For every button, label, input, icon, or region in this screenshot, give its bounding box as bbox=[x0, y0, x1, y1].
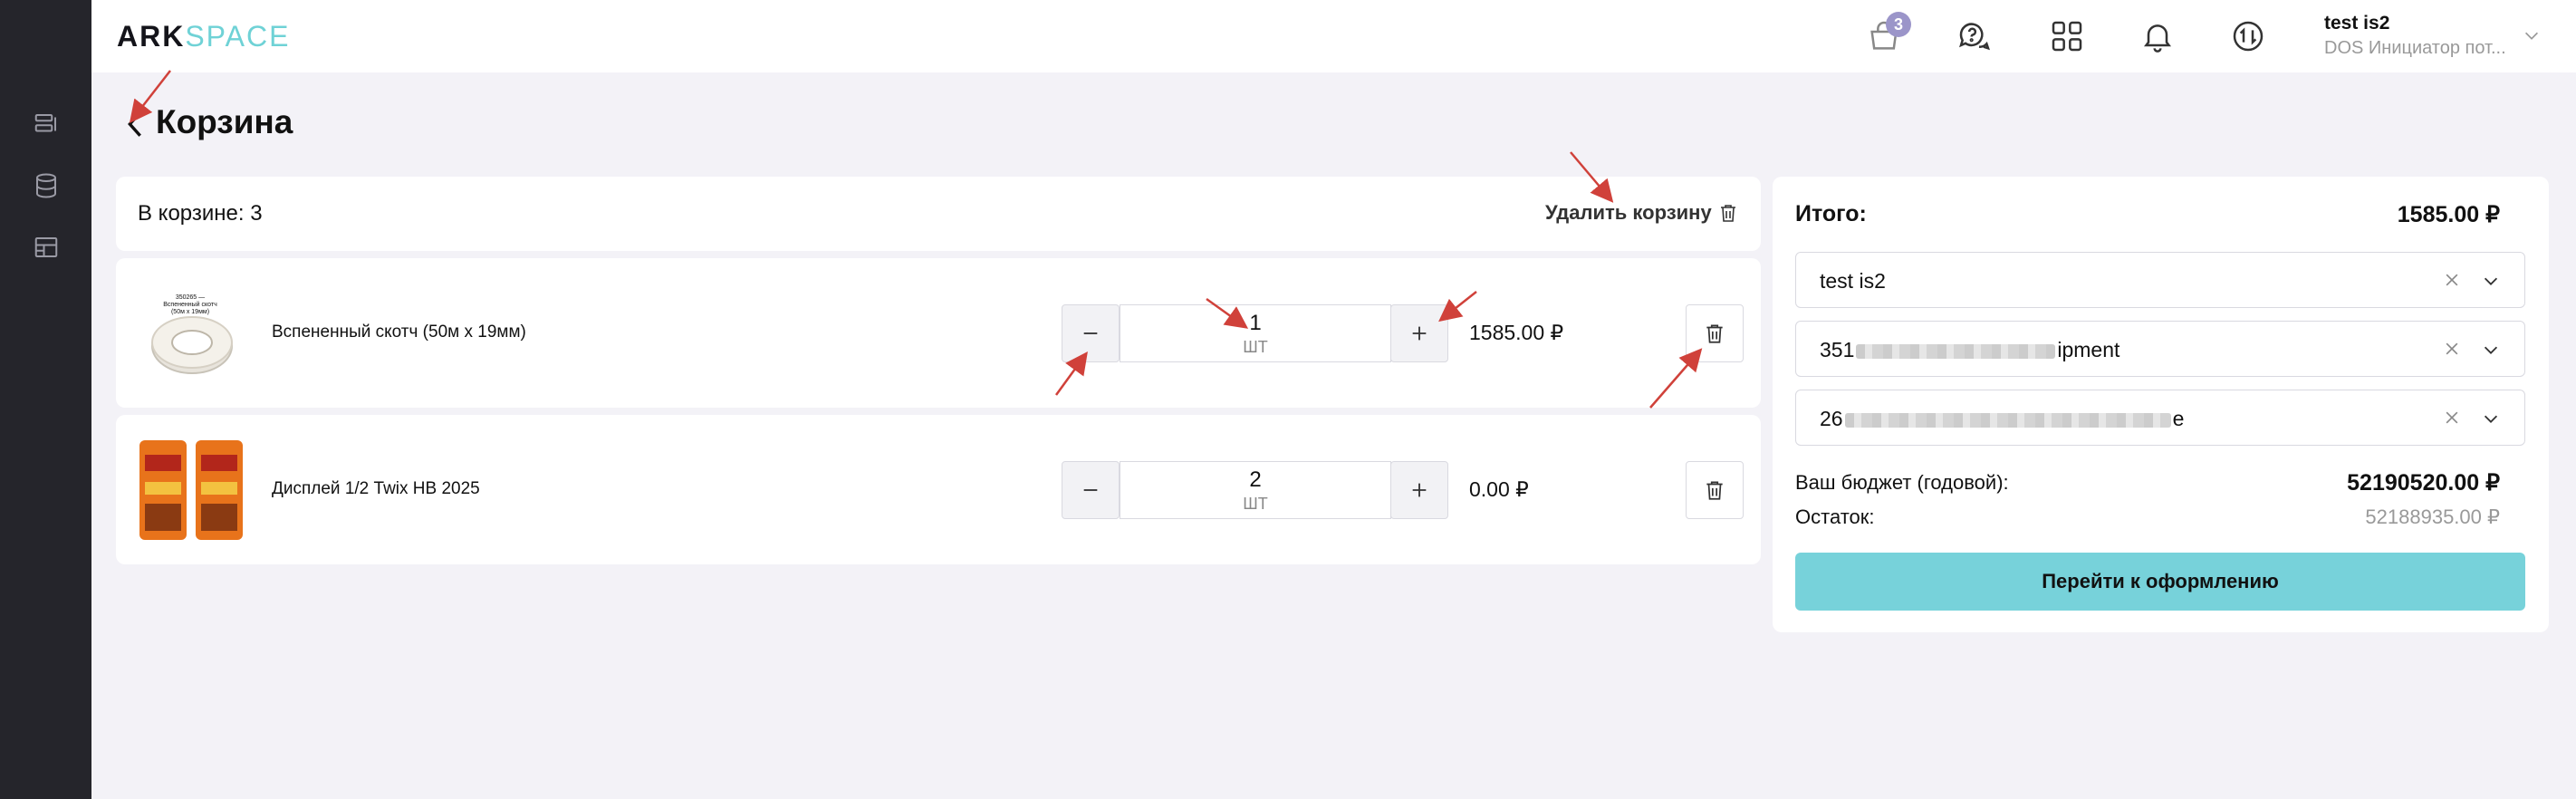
delete-item-button[interactable] bbox=[1686, 461, 1744, 519]
quantity-value: 2 bbox=[1249, 467, 1262, 492]
budget-value: 52190520.00 ₽ bbox=[2347, 470, 2500, 496]
product-name[interactable]: Дисплей 1/2 Twix HB 2025 bbox=[272, 479, 480, 499]
table-icon[interactable] bbox=[33, 234, 60, 261]
product-name[interactable]: Вспененный скотч (50м х 19мм) bbox=[272, 322, 526, 342]
remaining-value: 52188935.00 ₽ bbox=[2365, 505, 2500, 528]
checkout-button[interactable]: Перейти к оформлению bbox=[1795, 553, 2525, 611]
user-name[interactable]: test is2 bbox=[2324, 13, 2389, 34]
user-role: DOS Инициатор пот... bbox=[2324, 38, 2506, 58]
top-bar: ARKSPACE bbox=[91, 0, 2576, 72]
trash-icon bbox=[1706, 324, 1723, 343]
chat-help-icon[interactable] bbox=[1956, 18, 1993, 54]
item-price: 0.00 ₽ bbox=[1469, 477, 1529, 501]
budget-label: Ваш бюджет (годовой): bbox=[1795, 471, 2009, 494]
clear-icon[interactable] bbox=[2443, 271, 2461, 289]
list-icon[interactable] bbox=[33, 111, 60, 138]
quantity-field[interactable]: 1 ШТ bbox=[1120, 304, 1391, 362]
user-select-value: test is2 bbox=[1820, 269, 1886, 293]
page-title: Корзина bbox=[156, 103, 293, 140]
cart-badge: 3 bbox=[1886, 12, 1911, 37]
project-select-value: 351 ipment bbox=[1820, 338, 2120, 361]
cart-header-card bbox=[116, 177, 1761, 251]
product-image[interactable] bbox=[132, 433, 250, 547]
decrease-button[interactable] bbox=[1062, 304, 1120, 362]
item-price: 1585.00 ₽ bbox=[1469, 321, 1564, 344]
quantity-value: 1 bbox=[1249, 311, 1262, 335]
apps-grid-icon[interactable] bbox=[2049, 18, 2085, 54]
total-value: 1585.00 ₽ bbox=[2397, 202, 2500, 227]
clear-icon[interactable] bbox=[2443, 340, 2461, 358]
total-label: Итого: bbox=[1795, 201, 1867, 226]
remaining-label: Остаток: bbox=[1795, 505, 1875, 528]
tape-roll-image: 350265 — Вспененный скотч (50м х 19мм) bbox=[151, 294, 233, 374]
quantity-unit: ШТ bbox=[1243, 495, 1268, 513]
chevron-down-icon[interactable] bbox=[2481, 271, 2501, 291]
location-select-value: 26 e bbox=[1820, 407, 2185, 430]
logo[interactable]: ARKSPACE bbox=[117, 20, 290, 53]
chevron-down-icon[interactable] bbox=[2481, 409, 2501, 428]
redacted-text bbox=[1844, 412, 2171, 428]
minus-icon bbox=[1083, 332, 1098, 334]
increase-button[interactable] bbox=[1390, 461, 1448, 519]
plus-icon bbox=[1412, 483, 1427, 497]
clear-cart-button[interactable]: Удалить корзину bbox=[1545, 201, 1712, 225]
svg-text:350265 —: 350265 — bbox=[176, 294, 205, 301]
delete-item-button[interactable] bbox=[1686, 304, 1744, 362]
back-arrow-icon[interactable] bbox=[123, 109, 147, 140]
trash-icon bbox=[1706, 481, 1723, 500]
redacted-text bbox=[1856, 343, 2056, 359]
clear-icon[interactable] bbox=[2443, 409, 2461, 427]
quantity-field[interactable]: 2 ШТ bbox=[1120, 461, 1391, 519]
bell-icon[interactable] bbox=[2139, 18, 2176, 54]
sidebar bbox=[0, 0, 91, 799]
user-select[interactable]: test is2 bbox=[1795, 252, 2525, 308]
quantity-unit: ШТ bbox=[1243, 338, 1268, 356]
project-select[interactable]: 351 ipment bbox=[1795, 321, 2525, 377]
svg-text:(50м х 19мм): (50м х 19мм) bbox=[171, 309, 209, 315]
chevron-down-icon[interactable] bbox=[2522, 25, 2542, 45]
switch-arrows-icon[interactable] bbox=[2230, 18, 2266, 54]
database-icon[interactable] bbox=[33, 172, 60, 199]
product-image[interactable]: 350265 — Вспененный скотч (50м х 19мм) bbox=[136, 290, 245, 380]
twix-display-image bbox=[139, 440, 243, 540]
cart-count: В корзине: 3 bbox=[138, 201, 263, 226]
svg-text:Вспененный скотч: Вспененный скотч bbox=[163, 301, 217, 308]
plus-icon bbox=[1412, 326, 1427, 341]
decrease-button[interactable] bbox=[1062, 461, 1120, 519]
minus-icon bbox=[1083, 489, 1098, 491]
location-select[interactable]: 26 e bbox=[1795, 390, 2525, 446]
increase-button[interactable] bbox=[1390, 304, 1448, 362]
chevron-down-icon[interactable] bbox=[2481, 340, 2501, 360]
trash-icon[interactable] bbox=[1717, 201, 1739, 225]
